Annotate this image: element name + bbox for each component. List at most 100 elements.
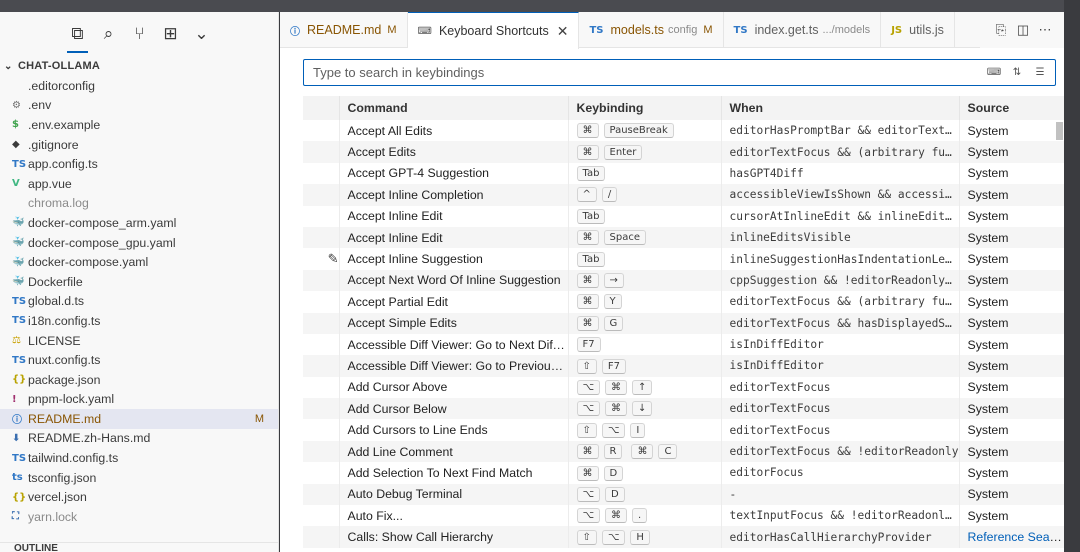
search-icon[interactable]: ⌕ (93, 19, 124, 49)
file-type-icon: ! (12, 393, 17, 405)
source-control-icon[interactable]: ⑂ (124, 19, 155, 49)
table-row[interactable]: Accept GPT-4 Suggestion Tab hasGPT4Diff Sys… (303, 162, 1064, 185)
open-changes-icon[interactable]: ⎘ (992, 21, 1010, 39)
outline-header[interactable]: OUTLINE (0, 542, 278, 552)
edit-cell (303, 526, 340, 548)
sort-by-precedence-icon[interactable]: ⇅ (1010, 64, 1024, 80)
table-row[interactable]: Add Cursor Above ⌥ ⌘ ↑ editorTextFocus System (303, 376, 1064, 399)
file-item[interactable]: TS i18n.config.ts (0, 311, 278, 331)
clear-input-icon[interactable]: ☰ (1033, 64, 1047, 80)
file-item[interactable]: TS nuxt.config.ts (0, 350, 278, 370)
file-item[interactable]: ⚖ LICENSE (0, 331, 278, 351)
file-name: yarn.lock (28, 509, 78, 524)
header-source[interactable]: Source (959, 96, 1064, 120)
file-item[interactable]: 🐳 docker-compose.yaml (0, 252, 278, 272)
table-scrollbar-thumb[interactable] (1056, 122, 1063, 140)
edit-cell (303, 398, 340, 420)
keybinding-cell: ⇧ F7 (568, 355, 722, 377)
file-item[interactable]: TS tailwind.config.ts (0, 448, 278, 468)
when-cell: inlineEditsVisible (721, 226, 960, 249)
header-when[interactable]: When (721, 96, 960, 120)
file-item[interactable]: ts tsconfig.json (0, 468, 278, 488)
file-item[interactable]: ⓘ README.md M (0, 409, 278, 429)
table-row[interactable]: Auto Debug Terminal ⌥ D - System (303, 483, 1064, 506)
editor-tab[interactable]: TS index.get.ts .../models (724, 12, 882, 48)
more-actions-icon[interactable]: ⋯ (1036, 21, 1054, 39)
editor-tab[interactable]: ⓘ README.md M (280, 12, 408, 48)
file-item[interactable]: ⛶ yarn.lock (0, 507, 278, 527)
record-keys-icon[interactable]: ⌨ (987, 64, 1001, 80)
file-item[interactable]: ⚙ .env (0, 96, 278, 116)
header-command[interactable]: Command (339, 96, 569, 120)
table-row[interactable]: Accessible Diff Viewer: Go to Previous D… (303, 355, 1064, 377)
file-item[interactable]: ! pnpm-lock.yaml (0, 390, 278, 410)
file-name: .env (28, 98, 52, 113)
file-type-icon: ⬇ (12, 432, 21, 444)
edit-cell (303, 440, 340, 463)
table-row[interactable]: Add Selection To Next Find Match ⌘ Deditor… (303, 462, 1064, 484)
split-editor-icon[interactable]: ◫ (1014, 21, 1032, 39)
edit-cell (303, 205, 340, 227)
table-row[interactable]: Accept Simple Edits ⌘ GeditorTextFocus && … (303, 312, 1064, 334)
file-type-icon: $ (12, 119, 19, 131)
table-row[interactable]: ✎ Accept Inline Suggestion Tab inlineSugges… (303, 248, 1064, 270)
search-actions: ⌨ ⇅ ☰ (987, 64, 1047, 80)
editor-tab[interactable]: TS models.ts config M (579, 12, 724, 48)
key-cap: ⌥ (576, 486, 601, 502)
table-row[interactable]: Accept Edits ⌘ Enter editorTextFocus && (ar… (303, 141, 1064, 163)
keybinding-cell: ⌘ → (568, 269, 722, 292)
extensions-icon[interactable]: ⊞ (155, 19, 186, 49)
pencil-icon[interactable]: ✎ (311, 251, 338, 267)
table-row[interactable]: Accept Inline Edit Tab cursorAtInlineEdit … (303, 205, 1064, 227)
keybinding-search-input[interactable] (313, 65, 953, 80)
table-row[interactable]: Accessible Diff Viewer: Go to Next Diffe… (303, 333, 1064, 356)
file-name: app.vue (28, 176, 72, 191)
key-cap: ⌘ (605, 401, 628, 417)
table-row[interactable]: Calls: Show Call Hierarchy ⇧ ⌥ HeditorHasCa… (303, 526, 1064, 548)
file-name: app.config.ts (28, 157, 98, 172)
key-cap: ⇧ (576, 529, 597, 545)
edit-cell (303, 184, 340, 206)
table-row[interactable]: Accept Partial Edit ⌘ YeditorTextFocus && … (303, 291, 1064, 313)
file-item[interactable]: 🐳 docker-compose_arm.yaml (0, 213, 278, 233)
key-cap: F7 (576, 337, 601, 353)
file-item[interactable]: 🐳 Dockerfile (0, 272, 278, 292)
keybinding-cell: ⌘ G (568, 312, 722, 334)
file-item[interactable]: TS app.config.ts (0, 154, 278, 174)
when-cell: editorHasCallHierarchyProvider (721, 526, 960, 548)
table-row[interactable]: Accept Inline Edit ⌘ Space inlineEditsVisib… (303, 226, 1064, 249)
file-item[interactable]: {} vercel.json (0, 487, 278, 507)
table-row[interactable]: Add Cursor Below ⌥ ⌘ ↓ editorTextFocus System (303, 398, 1064, 420)
header-keybinding[interactable]: Keybinding (568, 96, 722, 120)
file-item[interactable]: {} package.json (0, 370, 278, 390)
file-type-icon: TS (12, 354, 27, 366)
chevron-down-icon[interactable]: ⌄ (186, 19, 217, 49)
file-item[interactable]: .editorconfig (0, 76, 278, 96)
when-cell: - (721, 483, 960, 506)
command-cell: Accept Inline Completion (339, 184, 569, 206)
file-item[interactable]: ⬇ README.zh-Hans.md (0, 429, 278, 449)
table-row[interactable]: Add Line Comment ⌘ R ⌘ CeditorTextFocus && !… (303, 440, 1064, 463)
table-row[interactable]: Auto Fix... ⌥ ⌘. textInputFocus && !editorR… (303, 505, 1064, 527)
tab-file-icon: TS (589, 24, 604, 36)
files-icon[interactable]: ⧉ (62, 19, 93, 53)
file-item[interactable]: 🐳 docker-compose_gpu.yaml (0, 233, 278, 253)
file-item[interactable]: $ .env.example (0, 115, 278, 135)
key-cap: ⌘ (576, 144, 599, 160)
table-row[interactable]: Add Cursors to Line Ends ⇧ ⌥ IeditorTextFoc… (303, 419, 1064, 441)
keybinding-cell: ⇧ ⌥ H (568, 526, 722, 548)
explorer-header[interactable]: ⌄ CHAT-OLLAMA (0, 56, 278, 76)
editor-tab[interactable]: JS utils.js (881, 12, 955, 48)
source-link[interactable]: Reference Search (968, 530, 1064, 544)
table-row[interactable]: Accept All Edits ⌘ PauseBreak editorHasProm… (303, 120, 1064, 142)
file-item[interactable]: chroma.log (0, 194, 278, 214)
table-row[interactable]: Accept Next Word Of Inline Suggestion ⌘ → c… (303, 269, 1064, 292)
command-cell: Add Line Comment (339, 440, 569, 463)
file-type-icon: ⚖ (12, 335, 21, 347)
close-icon[interactable]: ✕ (557, 23, 569, 40)
file-item[interactable]: ◆ .gitignore (0, 135, 278, 155)
file-item[interactable]: Vapp.vue (0, 174, 278, 194)
editor-tab[interactable]: ⌨ Keyboard Shortcuts ✕ (407, 12, 580, 49)
table-row[interactable]: Accept Inline Completion ^ / accessibleView… (303, 184, 1064, 206)
file-item[interactable]: TS global.d.ts (0, 292, 278, 312)
